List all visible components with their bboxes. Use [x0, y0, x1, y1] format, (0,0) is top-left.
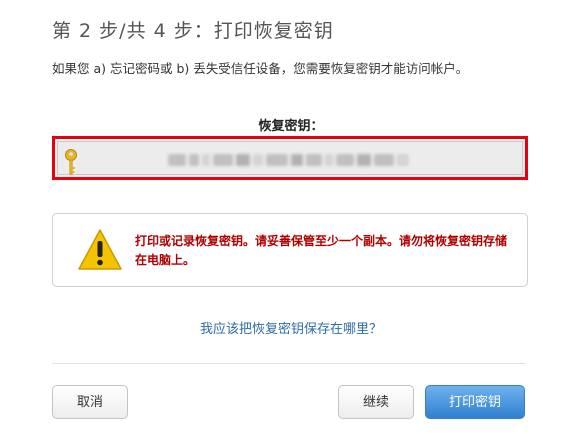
recovery-key-value-obscured: [168, 151, 428, 169]
key-icon: [65, 149, 77, 175]
step-title: 第 2 步/共 4 步：打印恢复密钥: [52, 20, 334, 42]
recovery-key-label: 恢复密钥：: [258, 119, 324, 134]
print-key-button[interactable]: 打印密钥: [425, 385, 525, 419]
recovery-key-field[interactable]: [57, 141, 523, 175]
warning-text: 打印或记录恢复密钥。请妥善保管至少一个副本。请勿将恢复密钥存储在电脑上。: [135, 234, 508, 267]
where-to-store-key-link[interactable]: 我应该把恢复密钥保存在哪里？: [0, 318, 582, 337]
divider: [52, 363, 526, 364]
continue-button[interactable]: 继续: [338, 385, 414, 419]
cancel-button[interactable]: 取消: [52, 385, 128, 419]
instruction-text: 如果您 a) 忘记密码或 b) 丢失受信任设备，您需要恢复密钥才能访问帐户。: [52, 61, 469, 76]
recovery-key-highlight: [52, 136, 528, 180]
warning-triangle-icon: [78, 229, 122, 270]
warning-box: 打印或记录恢复密钥。请妥善保管至少一个副本。请勿将恢复密钥存储在电脑上。: [52, 213, 528, 287]
